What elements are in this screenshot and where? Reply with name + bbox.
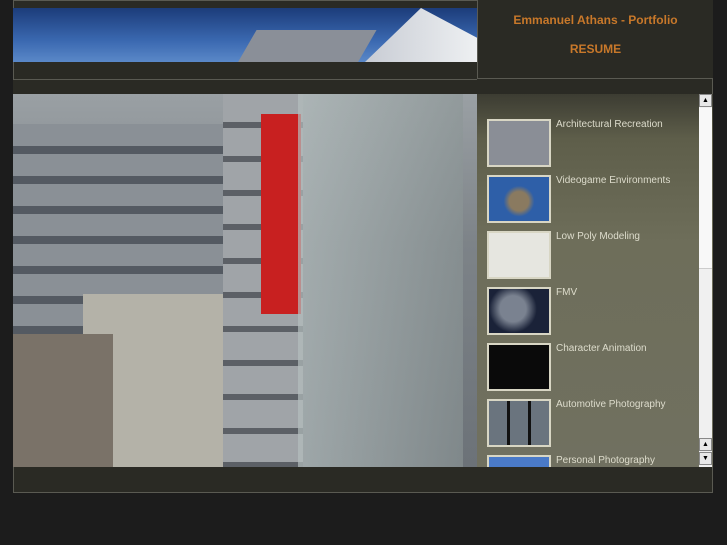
thumbnail-image[interactable] [487,231,551,279]
main-photo [13,94,477,467]
item-label[interactable]: Architectural Recreation [556,119,663,130]
footer-bar [13,467,713,493]
site-title[interactable]: Emmanuel Athans - Portfolio [478,13,713,27]
scroll-up-icon[interactable]: ▲ [699,94,712,107]
scroll-thumb[interactable] [699,108,712,269]
scroll-up-icon[interactable]: ▲ [699,438,712,451]
item-label[interactable]: Videogame Environments [556,175,670,186]
scroll-down-icon[interactable]: ▼ [699,452,712,465]
thumbnail-image[interactable] [487,455,551,467]
item-label[interactable]: Low Poly Modeling [556,231,640,242]
portfolio-list: Architectural Recreation Videogame Envir… [477,94,713,467]
banner-image [13,8,477,62]
thumbnail-image[interactable] [487,399,551,447]
scrollbar[interactable]: ▲ ▲ ▼ [699,94,712,467]
resume-link[interactable]: RESUME [478,42,713,56]
thumbnail-image[interactable] [487,175,551,223]
item-label[interactable]: Automotive Photography [556,399,666,410]
thumbnail-image[interactable] [487,343,551,391]
item-label[interactable]: Personal Photography [556,455,655,466]
header: Emmanuel Athans - Portfolio RESUME [477,0,713,79]
thumbnail-image[interactable] [487,119,551,167]
item-label[interactable]: Character Animation [556,343,647,354]
divider-strip [13,79,477,94]
item-label[interactable]: FMV [556,287,577,298]
thumbnail-image[interactable] [487,287,551,335]
